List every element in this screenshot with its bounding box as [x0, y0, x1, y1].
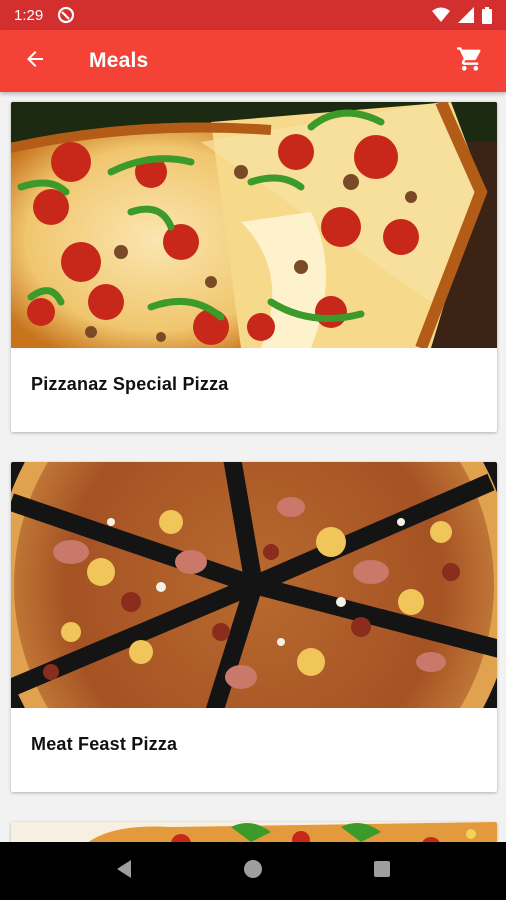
signal-icon [458, 7, 474, 23]
nav-home-button[interactable] [225, 843, 281, 899]
nav-recents-button[interactable] [354, 843, 410, 899]
page-title: Meals [89, 49, 149, 72]
triangle-back-icon [115, 859, 133, 884]
square-recents-icon [373, 860, 391, 883]
shopping-cart-icon [456, 45, 484, 78]
back-button[interactable] [7, 33, 63, 89]
meal-card-partial[interactable] [11, 822, 497, 842]
cart-button[interactable] [442, 33, 498, 89]
battery-icon [482, 6, 492, 24]
data-saver-icon [57, 6, 75, 24]
meal-image-pizzanaz-special [11, 102, 497, 348]
wifi-icon [432, 7, 450, 23]
meal-image-partial [11, 822, 497, 842]
nav-back-button[interactable] [96, 843, 152, 899]
arrow-back-icon [23, 47, 47, 76]
system-nav-bar [0, 842, 506, 900]
circle-home-icon [243, 859, 263, 884]
meal-card-pizzanaz-special[interactable]: Pizzanaz Special Pizza [11, 102, 497, 432]
meal-name: Meat Feast Pizza [31, 734, 178, 754]
app-bar: Meals [0, 30, 506, 92]
meal-image-meat-feast [11, 462, 497, 708]
meal-name: Pizzanaz Special Pizza [31, 374, 229, 394]
status-time: 1:29 [14, 6, 44, 24]
meal-list: Pizzanaz Special Pizza Meat Feast Pizza [0, 92, 506, 842]
status-bar: 1:29 [0, 0, 506, 30]
meal-card-meat-feast[interactable]: Meat Feast Pizza [11, 462, 497, 792]
